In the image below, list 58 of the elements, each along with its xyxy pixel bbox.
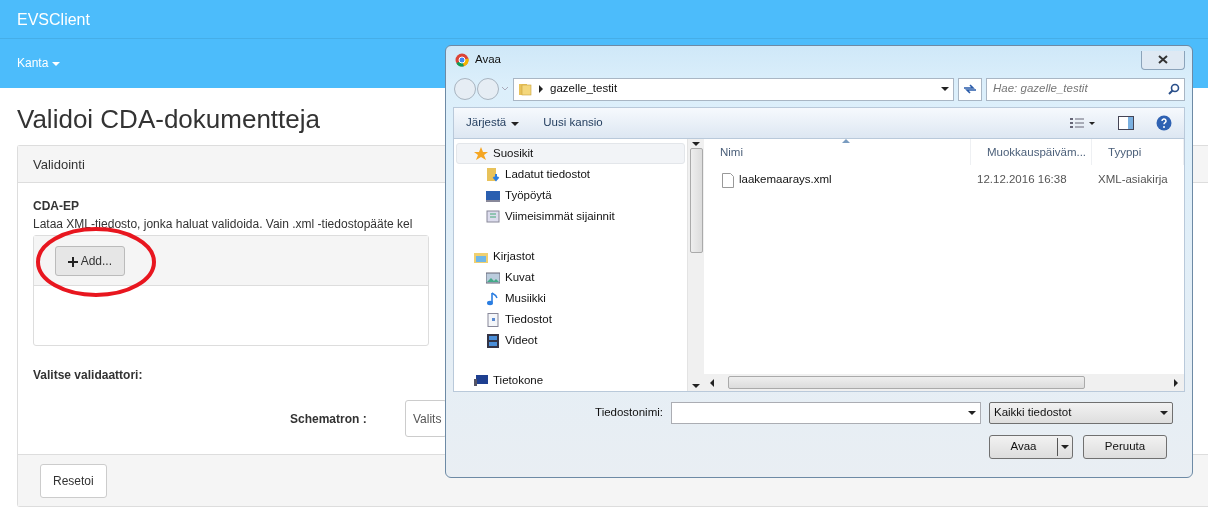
refresh-button[interactable] bbox=[958, 77, 982, 101]
close-icon bbox=[1158, 55, 1168, 64]
page-title: Validoi CDA-dokumentteja bbox=[17, 104, 320, 136]
schematron-label: Schematron : bbox=[290, 410, 368, 428]
vertical-scrollbar[interactable] bbox=[687, 139, 704, 391]
close-button[interactable] bbox=[1141, 50, 1185, 70]
tree-item[interactable]: Videot bbox=[456, 330, 685, 351]
sort-arrow-icon bbox=[842, 139, 851, 144]
file-type-select[interactable]: Kaikki tiedostot bbox=[989, 402, 1173, 424]
refresh-icon bbox=[963, 83, 977, 95]
toolbar-button[interactable]: Uusi kansio bbox=[543, 114, 603, 132]
horizontal-scrollbar[interactable] bbox=[704, 374, 1184, 391]
reset-button[interactable]: Resetoi bbox=[40, 464, 107, 499]
tree-item[interactable]: Viimeisimmät sijainnit bbox=[456, 206, 685, 227]
star-icon bbox=[474, 146, 488, 161]
back-forward-icon bbox=[453, 77, 509, 101]
description-text: Lataa XML-tiedosto, jonka haluat validoida. Vain .xml -tiedostopääte kel bbox=[33, 216, 413, 234]
tree-item[interactable]: Työpöytä bbox=[456, 185, 685, 206]
toolbar-button[interactable]: Järjestä bbox=[466, 114, 520, 132]
search-icon bbox=[1168, 83, 1180, 95]
browser-icon bbox=[455, 53, 469, 67]
monitor-icon bbox=[486, 188, 500, 203]
tree-item[interactable]: Tietokone bbox=[456, 370, 685, 391]
tree-item[interactable]: Suosikit bbox=[456, 143, 685, 164]
dialog-title: Avaa bbox=[475, 52, 501, 68]
download-folder-icon bbox=[486, 167, 500, 182]
tree-item[interactable]: Tiedostot bbox=[456, 309, 685, 330]
chevron-icon bbox=[538, 85, 544, 93]
cancel-button[interactable]: Peruuta bbox=[1083, 435, 1167, 459]
column-header[interactable]: Nimi bbox=[704, 139, 971, 165]
column-header[interactable]: Muokkauspäiväm... bbox=[971, 139, 1092, 165]
computer-icon bbox=[474, 373, 488, 388]
tree-item[interactable]: Musiikki bbox=[456, 288, 685, 309]
dropdown-caret-icon bbox=[941, 87, 949, 91]
breadcrumb-folder[interactable]: gazelle_testit bbox=[550, 80, 618, 98]
section-title: CDA-EP bbox=[33, 198, 79, 216]
tree-item[interactable]: Kuvat bbox=[456, 267, 685, 288]
column-header[interactable]: Tyyppi bbox=[1092, 139, 1184, 165]
tree-item[interactable]: Ladatut tiedostot bbox=[456, 164, 685, 185]
search-field[interactable]: Hae: gazelle_testit bbox=[986, 77, 1185, 101]
document-icon bbox=[486, 312, 500, 327]
tree-item[interactable]: Kirjastot bbox=[456, 246, 685, 267]
address-bar[interactable]: gazelle_testit bbox=[513, 77, 954, 101]
preview-pane-icon bbox=[1118, 116, 1134, 130]
recent-places-icon bbox=[486, 209, 500, 224]
help-icon bbox=[1156, 115, 1172, 131]
filename-label: Tiedostonimi: bbox=[594, 405, 663, 421]
validator-label: Valitse validaattori: bbox=[33, 367, 143, 385]
folder-icon bbox=[518, 82, 532, 96]
file-icon bbox=[722, 172, 734, 188]
film-icon bbox=[486, 333, 500, 348]
add-button[interactable]: Add... bbox=[55, 246, 126, 277]
filename-field[interactable] bbox=[671, 402, 981, 424]
view-list-icon bbox=[1070, 117, 1096, 129]
plus-icon bbox=[68, 257, 78, 267]
picture-icon bbox=[486, 270, 500, 285]
music-note-icon bbox=[486, 291, 500, 306]
open-button[interactable]: Avaa bbox=[989, 435, 1073, 459]
